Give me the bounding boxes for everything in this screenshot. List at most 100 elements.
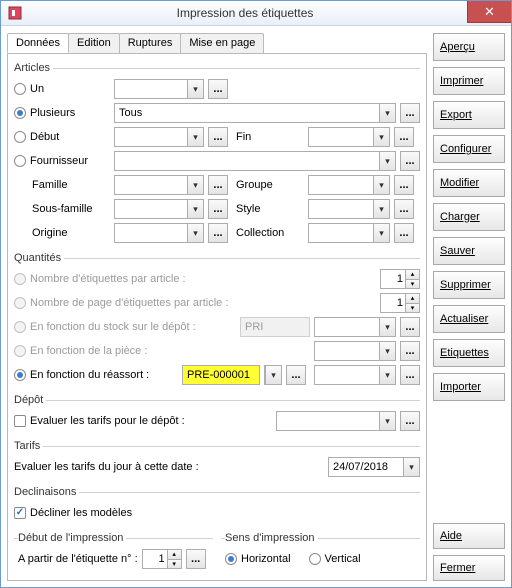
chevron-down-icon[interactable] <box>265 366 281 384</box>
chevron-down-icon[interactable] <box>187 224 203 242</box>
combo-collection[interactable] <box>308 223 390 243</box>
chevron-down-icon[interactable] <box>187 80 203 98</box>
browse-fin[interactable]: ... <box>394 127 414 147</box>
tab-donnees[interactable]: Données <box>7 33 69 53</box>
label-horizontal: Horizontal <box>241 553 291 565</box>
browse-depot[interactable]: ... <box>400 411 420 431</box>
chevron-down-icon[interactable] <box>187 200 203 218</box>
radio-un[interactable] <box>14 83 26 95</box>
browse-plusieurs[interactable]: ... <box>400 103 420 123</box>
browse-reassort-1[interactable]: ... <box>286 365 306 385</box>
combo-reassort-2[interactable] <box>314 365 396 385</box>
browse-un[interactable]: ... <box>208 79 228 99</box>
legend-sens: Sens d'impression <box>225 532 318 544</box>
chevron-down-icon[interactable] <box>403 458 419 476</box>
window-title: Impression des étiquettes <box>29 6 461 20</box>
etiquettes-button[interactable]: Etiquettes <box>433 339 505 367</box>
combo-depot[interactable] <box>276 411 396 431</box>
combo-stock-2[interactable] <box>314 317 396 337</box>
label-eval-date: Evaluer les tarifs du jour à cette date … <box>14 461 324 473</box>
radio-debut[interactable] <box>14 131 26 143</box>
browse-origine[interactable]: ... <box>208 223 228 243</box>
label-reassort: En fonction du réassort : <box>30 369 178 381</box>
browse-piece[interactable]: ... <box>400 341 420 361</box>
combo-fournisseur[interactable] <box>114 151 396 171</box>
chevron-down-icon[interactable] <box>373 224 389 242</box>
combo-un[interactable] <box>114 79 204 99</box>
spin-nb-page[interactable]: 1▴▾ <box>380 293 420 313</box>
browse-style[interactable]: ... <box>394 199 414 219</box>
radio-horizontal[interactable] <box>225 553 237 565</box>
combo-sousfamille[interactable] <box>114 199 204 219</box>
importer-button[interactable]: Importer <box>433 373 505 401</box>
chevron-down-icon[interactable] <box>379 342 395 360</box>
label-fournisseur: Fournisseur <box>30 155 88 167</box>
tab-mise-en-page[interactable]: Mise en page <box>180 33 264 53</box>
chevron-down-icon[interactable] <box>187 176 203 194</box>
browse-groupe[interactable]: ... <box>394 175 414 195</box>
chevron-down-icon[interactable] <box>187 128 203 146</box>
browse-fournisseur[interactable]: ... <box>400 151 420 171</box>
browse-famille[interactable]: ... <box>208 175 228 195</box>
legend-articles: Articles <box>14 62 53 74</box>
combo-reassort-val[interactable]: PRE-000001 <box>182 365 260 385</box>
browse-reassort-2[interactable]: ... <box>400 365 420 385</box>
label-sousfamille: Sous-famille <box>32 203 93 215</box>
charger-button[interactable]: Charger <box>433 203 505 231</box>
chevron-down-icon[interactable] <box>373 128 389 146</box>
radio-stock <box>14 321 26 333</box>
combo-origine[interactable] <box>114 223 204 243</box>
chevron-down-icon[interactable] <box>379 152 395 170</box>
sauver-button[interactable]: Sauver <box>433 237 505 265</box>
browse-sousfamille[interactable]: ... <box>208 199 228 219</box>
imprimer-button[interactable]: Imprimer <box>433 67 505 95</box>
chevron-down-icon[interactable] <box>379 366 395 384</box>
fermer-button[interactable]: Fermer <box>433 555 505 581</box>
combo-style[interactable] <box>308 199 390 219</box>
export-button[interactable]: Export <box>433 101 505 129</box>
spin-nb-article[interactable]: 1▴▾ <box>380 269 420 289</box>
chevron-down-icon[interactable] <box>373 176 389 194</box>
actualiser-button[interactable]: Actualiser <box>433 305 505 333</box>
modifier-button[interactable]: Modifier <box>433 169 505 197</box>
radio-reassort[interactable] <box>14 369 26 381</box>
combo-famille[interactable] <box>114 175 204 195</box>
supprimer-button[interactable]: Supprimer <box>433 271 505 299</box>
chevron-down-icon[interactable] <box>379 412 395 430</box>
label-decliner: Décliner les modèles <box>30 507 132 519</box>
spin-etiquette-no[interactable]: 1▴▾ <box>142 549 182 569</box>
label-nb-page: Nombre de page d'étiquettes par article … <box>30 297 376 309</box>
chk-eval-depot[interactable] <box>14 415 26 427</box>
radio-plusieurs[interactable] <box>14 107 26 119</box>
legend-quantites: Quantités <box>14 252 64 264</box>
browse-etiquette-no[interactable]: ... <box>186 549 206 569</box>
tab-edition[interactable]: Edition <box>68 33 120 53</box>
tab-ruptures[interactable]: Ruptures <box>119 33 182 53</box>
combo-piece[interactable] <box>314 341 396 361</box>
radio-fournisseur[interactable] <box>14 155 26 167</box>
close-button[interactable]: ✕ <box>467 1 511 23</box>
label-vertical: Vertical <box>325 553 361 565</box>
chevron-down-icon[interactable] <box>373 200 389 218</box>
browse-collection[interactable]: ... <box>394 223 414 243</box>
radio-vertical[interactable] <box>309 553 321 565</box>
combo-reassort-dd[interactable] <box>264 365 282 385</box>
aide-button[interactable]: Aide <box>433 523 505 549</box>
app-icon <box>7 5 23 21</box>
combo-plusieurs[interactable]: Tous <box>114 103 396 123</box>
label-fin: Fin <box>232 131 304 143</box>
apercu-button[interactable]: Aperçu <box>433 33 505 61</box>
browse-stock[interactable]: ... <box>400 317 420 337</box>
browse-debut[interactable]: ... <box>208 127 228 147</box>
combo-groupe[interactable] <box>308 175 390 195</box>
date-picker[interactable]: 24/07/2018 <box>328 457 420 477</box>
label-piece: En fonction de la pièce : <box>30 345 310 357</box>
label-groupe: Groupe <box>232 179 304 191</box>
configurer-button[interactable]: Configurer <box>433 135 505 163</box>
combo-fin[interactable] <box>308 127 390 147</box>
chevron-down-icon[interactable] <box>379 104 395 122</box>
chevron-down-icon[interactable] <box>379 318 395 336</box>
combo-debut[interactable] <box>114 127 204 147</box>
radio-piece <box>14 345 26 357</box>
chk-decliner[interactable] <box>14 507 26 519</box>
